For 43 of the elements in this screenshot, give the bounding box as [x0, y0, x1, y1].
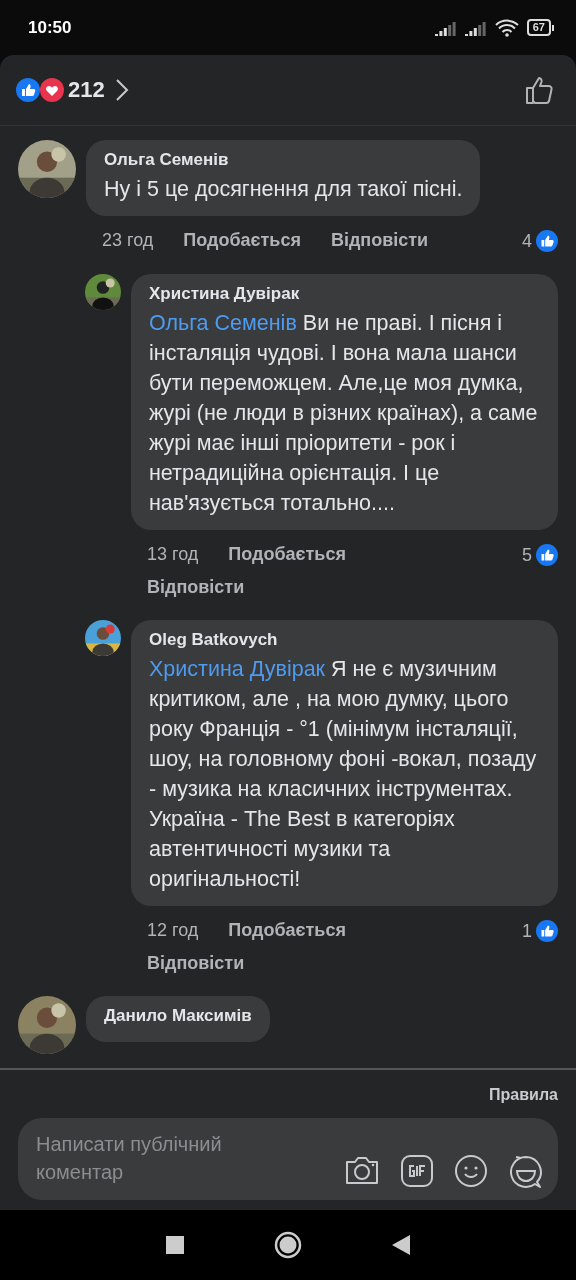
battery-icon: 67	[526, 19, 554, 36]
commenter-name[interactable]: Ольга Семенів	[104, 150, 463, 170]
chevron-right-icon[interactable]	[114, 78, 129, 102]
signal-icon	[434, 19, 457, 36]
camera-icon[interactable]	[344, 1154, 380, 1186]
comment-time: 12 год	[147, 920, 199, 941]
mention-link[interactable]: Христина Дувірак	[149, 657, 326, 681]
wifi-icon	[494, 18, 519, 37]
comment-field[interactable]: Написати публічний коментар	[18, 1118, 558, 1200]
love-reaction-icon	[40, 78, 64, 102]
reply-link[interactable]: Відповісти	[147, 577, 245, 598]
like-link[interactable]: Подобається	[228, 544, 346, 565]
like-reaction-icon	[16, 78, 40, 102]
like-reaction-icon	[536, 544, 558, 566]
mention-link[interactable]: Ольга Семенів	[149, 311, 297, 335]
reply-link[interactable]: Відповісти	[330, 230, 429, 251]
thumbs-up-icon[interactable]	[524, 74, 556, 106]
reply-link[interactable]: Відповісти	[147, 953, 245, 974]
home-icon[interactable]	[274, 1231, 302, 1259]
like-link[interactable]: Подобається	[183, 230, 301, 251]
commenter-name[interactable]: Данило Максимів	[104, 1006, 252, 1026]
back-icon[interactable]	[392, 1235, 410, 1255]
comment-input[interactable]: Написати публічний коментар	[36, 1130, 296, 1188]
comment-text: Ольга Семенів Ви не праві. І пісня і інсталяція чудові. І вона мала шанси бути переможцем. Але,це моя думка, журі (не люди в різних країнах), а саме журі має інші пріоритети - рок і нетрадиційна орієнтація. І це нав'язується тотально....	[149, 310, 539, 517]
comment-time: 23 год	[102, 230, 154, 251]
like-count: 1	[522, 920, 532, 942]
status-time: 10:50	[28, 17, 72, 38]
like-reaction-icon	[536, 920, 558, 942]
rules-link[interactable]: Правила	[489, 1086, 558, 1104]
reaction-count[interactable]: 212	[68, 77, 105, 103]
commenter-name[interactable]: Oleg Batkovych	[149, 630, 540, 650]
comment-time: 13 год	[147, 544, 199, 565]
like-reaction-icon	[536, 230, 558, 252]
sticker-icon[interactable]	[508, 1154, 544, 1190]
commenter-name[interactable]: Христина Дувірак	[149, 284, 540, 304]
smiley-icon[interactable]	[454, 1154, 488, 1188]
signal-icon	[464, 19, 487, 36]
like-count: 4	[522, 230, 532, 252]
like-count: 5	[522, 544, 532, 566]
comment-text: Христина Дувірак Я не є музичним критиком, але , на мою думку, цього року Франція - °1 (мінімум інсталяції, шоу, на головному фоні -вокал, позаду - музика на класичних інструментах. Україна - The Best в категоріях автентичності музики та оригінальності!	[149, 656, 538, 893]
comment-text: Ну і 5 це досягнення для такої пісні.	[104, 176, 463, 203]
like-link[interactable]: Подобається	[228, 920, 346, 941]
gif-icon[interactable]	[400, 1154, 434, 1188]
